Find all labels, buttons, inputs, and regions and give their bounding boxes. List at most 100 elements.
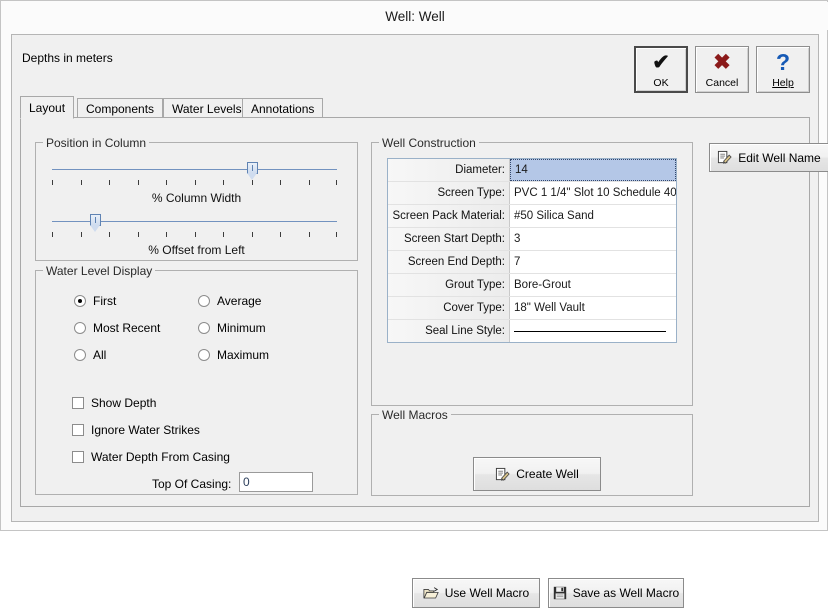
column-width-caption: % Column Width [36,191,357,205]
table-row[interactable]: Screen Start Depth: 3 [388,228,676,251]
well-dialog-window: Well: Well Depths in meters ✔ OK ✖ Cance… [0,0,828,531]
well-macros-group: Well Macros [371,414,693,496]
property-name: Screen Type: [388,182,510,204]
document-pencil-icon [717,150,732,165]
table-row[interactable]: Screen Type: PVC 1 1/4" Slot 10 Schedule… [388,182,676,205]
table-row[interactable]: Diameter: 14 [388,159,676,182]
property-value[interactable]: 7 [510,251,676,273]
radio-icon [198,295,210,307]
save-as-well-macro-button[interactable]: Save as Well Macro [548,578,684,608]
property-name: Diameter: [388,159,510,181]
property-value[interactable]: Bore-Grout [510,274,676,296]
table-row[interactable]: Screen End Depth: 7 [388,251,676,274]
well-construction-property-grid: Diameter: 14 Screen Type: PVC 1 1/4" Slo… [387,158,677,343]
tab-annotations[interactable]: Annotations [242,98,323,118]
slider-thumb[interactable] [247,162,258,181]
property-name: Screen Pack Material: [388,205,510,227]
radio-maximum[interactable]: Maximum [198,348,269,362]
ok-button[interactable]: ✔ OK [634,46,688,93]
radio-icon [74,349,86,361]
use-well-macro-button-label: Use Well Macro [445,586,529,600]
radio-maximum-label: Maximum [217,348,269,362]
checkbox-water-depth-from-casing-label: Water Depth From Casing [91,450,230,464]
table-row[interactable]: Seal Line Style: [388,320,676,342]
depths-units-label: Depths in meters [22,51,113,65]
property-value[interactable]: PVC 1 1/4" Slot 10 Schedule 40 [510,182,676,204]
position-in-column-group: Position in Column % Column Width [35,142,358,261]
property-name: Cover Type: [388,297,510,319]
slider-thumb[interactable] [90,214,101,233]
property-value[interactable]: 14 [510,159,676,181]
checkbox-icon [72,397,84,409]
top-of-casing-input[interactable]: 0 [239,472,313,492]
cancel-button-label: Cancel [706,77,739,89]
radio-most-recent-label: Most Recent [93,321,160,335]
well-construction-group: Well Construction Diameter: 14 Screen Ty… [371,142,693,406]
well-macros-title: Well Macros [379,408,451,422]
radio-icon [198,322,210,334]
position-in-column-title: Position in Column [43,136,149,150]
tab-strip: Layout Components Water Levels Annotatio… [20,96,810,118]
slider-ticks [52,180,337,186]
top-of-casing-label: Top Of Casing: [152,477,231,491]
help-button-label: Help [772,77,794,89]
checkbox-ignore-water-strikes-label: Ignore Water Strikes [91,423,200,437]
window-title: Well: Well [385,9,445,24]
question-mark-icon: ? [776,51,790,74]
radio-most-recent[interactable]: Most Recent [74,321,160,335]
property-value[interactable]: 3 [510,228,676,250]
column-width-slider[interactable] [52,161,337,187]
dialog-client-area: Depths in meters ✔ OK ✖ Cancel ? Help La… [11,34,819,522]
table-row[interactable]: Grout Type: Bore-Grout [388,274,676,297]
property-name: Screen Start Depth: [388,228,510,250]
property-name: Seal Line Style: [388,320,510,342]
floppy-disk-icon [553,586,567,600]
radio-first-label: First [93,294,116,308]
x-cross-icon: ✖ [713,51,731,74]
checkbox-icon [72,424,84,436]
use-well-macro-button[interactable]: Use Well Macro [412,578,540,608]
property-value-seal-line[interactable] [510,320,676,342]
property-name: Screen End Depth: [388,251,510,273]
radio-average[interactable]: Average [198,294,261,308]
checkbox-water-depth-from-casing[interactable]: Water Depth From Casing [72,450,230,464]
layout-tab-page: Position in Column % Column Width [20,117,810,507]
radio-all[interactable]: All [74,348,106,362]
water-level-display-group: Water Level Display First Most Recent Al… [35,270,358,495]
checkbox-show-depth-label: Show Depth [91,396,156,410]
slider-track [52,169,337,170]
radio-icon [198,349,210,361]
check-icon: ✔ [652,51,670,74]
save-as-well-macro-button-label: Save as Well Macro [573,586,679,600]
tab-layout[interactable]: Layout [20,96,74,119]
offset-from-left-slider[interactable] [52,213,337,239]
radio-icon [74,295,86,307]
window-titlebar: Well: Well [2,2,828,30]
ok-button-label: OK [653,77,668,89]
radio-minimum-label: Minimum [217,321,266,335]
radio-first[interactable]: First [74,294,116,308]
property-name: Grout Type: [388,274,510,296]
radio-minimum[interactable]: Minimum [198,321,266,335]
tab-components[interactable]: Components [77,98,163,118]
water-level-display-title: Water Level Display [43,264,155,278]
open-folder-icon [423,586,439,600]
checkbox-icon [72,451,84,463]
offset-from-left-caption: % Offset from Left [36,243,357,257]
cancel-button[interactable]: ✖ Cancel [695,46,749,93]
tab-water-levels[interactable]: Water Levels [163,98,251,118]
checkbox-ignore-water-strikes[interactable]: Ignore Water Strikes [72,423,200,437]
table-row[interactable]: Screen Pack Material: #50 Silica Sand [388,205,676,228]
help-button[interactable]: ? Help [756,46,810,93]
property-value[interactable]: 18" Well Vault [510,297,676,319]
radio-icon [74,322,86,334]
seal-line-preview [514,331,666,332]
edit-well-name-button[interactable]: Edit Well Name [709,143,828,172]
checkbox-show-depth[interactable]: Show Depth [72,396,156,410]
radio-all-label: All [93,348,106,362]
radio-average-label: Average [217,294,261,308]
table-row[interactable]: Cover Type: 18" Well Vault [388,297,676,320]
well-construction-title: Well Construction [379,136,479,150]
edit-well-name-button-label: Edit Well Name [738,151,820,165]
property-value[interactable]: #50 Silica Sand [510,205,676,227]
